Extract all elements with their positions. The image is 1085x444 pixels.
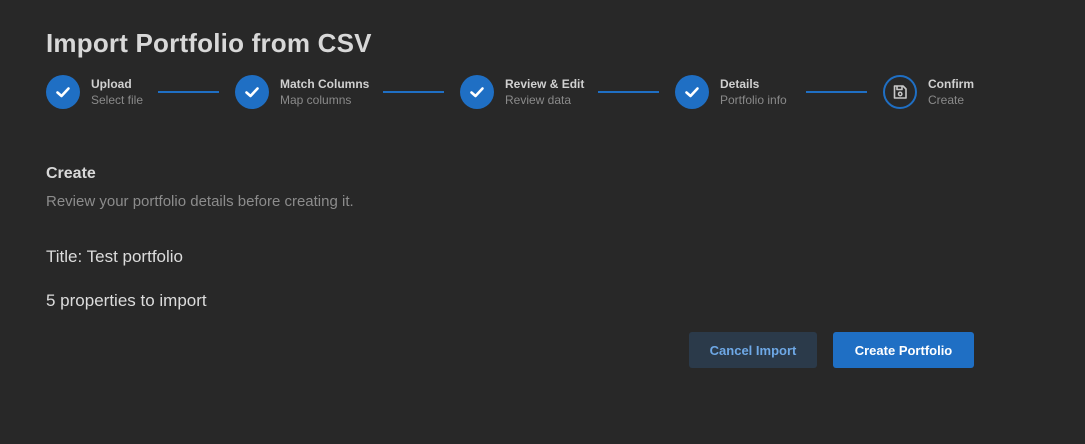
stepper: Upload Select file Match Columns Map col…: [46, 74, 986, 110]
portfolio-title-summary: Title: Test portfolio: [46, 247, 184, 266]
step-active-indicator: [883, 75, 917, 109]
check-icon: [56, 87, 70, 98]
step-label: Review & Edit: [505, 77, 585, 91]
import-portfolio-page: Import Portfolio from CSV Upload Select …: [0, 0, 1085, 444]
check-icon: [685, 87, 699, 98]
create-portfolio-button[interactable]: Create Portfolio: [833, 332, 974, 368]
step-label: Details: [720, 77, 760, 91]
step-complete-indicator: [46, 75, 80, 109]
step-complete-indicator: [235, 75, 269, 109]
check-icon: [470, 87, 484, 98]
property-count-summary: 5 properties to import: [46, 291, 207, 310]
step-sublabel: Create: [928, 93, 965, 107]
page-title: Import Portfolio from CSV: [46, 28, 372, 58]
section-title: Create: [46, 165, 96, 182]
step-connector: [806, 91, 867, 93]
step-connector: [383, 91, 444, 93]
step-connector: [598, 91, 659, 93]
step-label: Upload: [91, 77, 132, 91]
check-icon: [245, 87, 259, 98]
step-sublabel: Map columns: [280, 93, 352, 107]
section-description: Review your portfolio details before cre…: [46, 193, 354, 210]
save-icon: [893, 85, 907, 99]
step-label: Match Columns: [280, 77, 370, 91]
step-sublabel: Select file: [91, 93, 144, 107]
step-sublabel: Review data: [505, 93, 572, 107]
step-complete-indicator: [675, 75, 709, 109]
cancel-import-button[interactable]: Cancel Import: [689, 332, 817, 368]
step-label: Confirm: [928, 77, 974, 91]
step-sublabel: Portfolio info: [720, 93, 787, 107]
step-connector: [158, 91, 219, 93]
step-complete-indicator: [460, 75, 494, 109]
